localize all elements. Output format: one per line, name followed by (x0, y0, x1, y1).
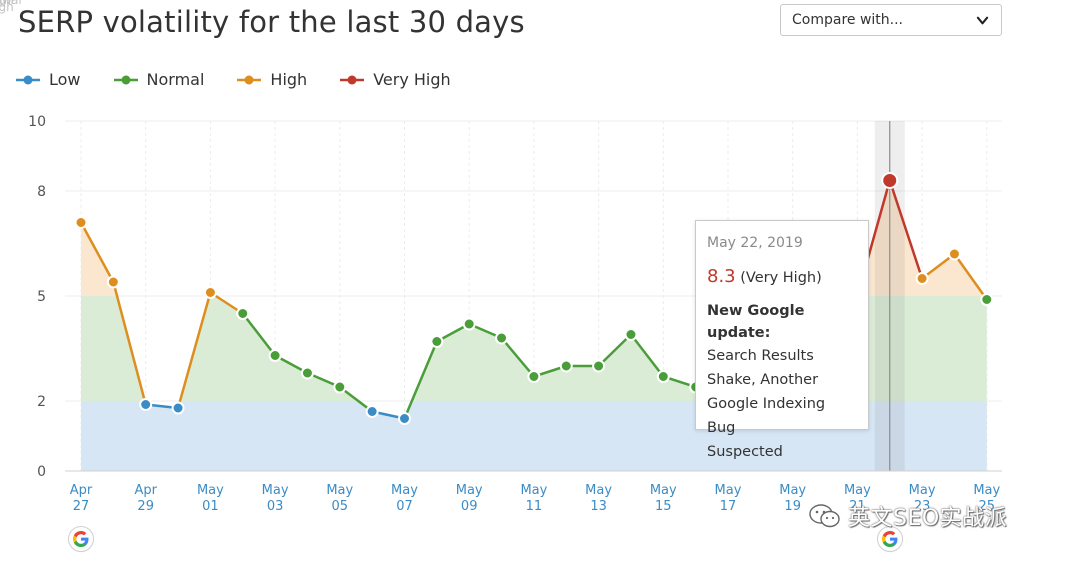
watermark: 英文SEO实战派 (808, 500, 1007, 532)
x-tick-label-day: 01 (202, 499, 219, 514)
x-tick-label-month: May (262, 483, 289, 498)
x-tick-label-month: May (715, 483, 742, 498)
y-tick-label: 2 (37, 394, 46, 410)
x-tick-label-day: 17 (720, 499, 737, 514)
x-tick-label-day: 19 (784, 499, 801, 514)
google-update-marker[interactable] (68, 526, 94, 552)
x-tick-label-month: May (197, 483, 224, 498)
x-tick-label-month: May (909, 483, 936, 498)
x-tick-label-day: 03 (267, 499, 284, 514)
data-point (915, 272, 929, 285)
tooltip-body-line: Google Indexing Bug (707, 396, 826, 436)
tooltip-heading: New Google update: (707, 303, 805, 341)
tooltip-value: 8.3 (707, 266, 736, 287)
y-tick-label: 5 (37, 289, 46, 305)
x-tick-label-month: May (326, 483, 353, 498)
data-point (559, 359, 573, 373)
tooltip-value-row: 8.3 (Very High) (707, 265, 858, 290)
x-tick-label-day: 07 (396, 499, 413, 514)
wechat-icon (809, 504, 840, 528)
y-tick-label: 8 (37, 184, 46, 200)
data-point (398, 412, 411, 425)
google-icon (73, 531, 89, 547)
tooltip-body-line: Shake, Another (707, 372, 819, 388)
x-tick-label-day: 13 (590, 499, 607, 514)
data-point (881, 172, 899, 189)
x-tick-label-day: 05 (332, 499, 349, 514)
x-tick-label-month: May (585, 483, 612, 498)
band-background (81, 121, 987, 191)
y-tick-label: 10 (28, 114, 46, 130)
data-point (139, 398, 153, 411)
data-point (527, 370, 541, 383)
data-point (656, 370, 670, 383)
data-point (203, 286, 217, 299)
data-point (106, 275, 120, 289)
x-tick-label-month: May (520, 483, 547, 498)
x-tick-label-month: May (779, 483, 806, 498)
tooltip-date: May 22, 2019 (707, 235, 803, 251)
tooltip-level: (Very High) (740, 270, 822, 286)
x-tick-label-day: 15 (655, 499, 672, 514)
data-point (980, 293, 994, 306)
tooltip-body: Search Results Shake, Another Google Ind… (707, 344, 858, 464)
x-tick-label-month: Apr (70, 483, 93, 498)
x-tick-label-month: May (391, 483, 418, 498)
x-tick-label-month: May (650, 483, 677, 498)
y-tick-label: 0 (37, 464, 46, 480)
x-tick-label-month: May (973, 483, 1000, 498)
data-point (495, 331, 509, 345)
data-point (333, 380, 347, 394)
x-tick-label-month: May (844, 483, 871, 498)
band-label: High (0, 0, 14, 14)
data-point (947, 247, 961, 261)
x-tick-label-month: Apr (134, 483, 157, 498)
data-point (236, 307, 250, 320)
data-point (365, 405, 379, 418)
data-point (268, 349, 282, 362)
x-tick-label-day: 29 (137, 499, 154, 514)
chart-tooltip: May 22, 2019 8.3 (Very High) New Google … (695, 220, 869, 460)
google-icon (881, 531, 898, 547)
data-point (300, 366, 314, 380)
x-tick-label-day: 11 (526, 499, 543, 514)
x-tick-label-day: 09 (461, 499, 478, 514)
tooltip-body-line: Search Results (707, 348, 814, 364)
data-point (74, 216, 88, 229)
x-tick-label-month: May (456, 483, 483, 498)
data-point (430, 335, 444, 348)
tooltip-body-line: Suspected (707, 444, 783, 460)
data-point (592, 359, 606, 373)
data-point (462, 317, 476, 331)
data-point (171, 401, 185, 415)
x-tick-label-day: 27 (73, 499, 90, 514)
data-point (624, 328, 638, 341)
volatility-chart: 025810LowNormalHighVeryHighApr27Apr29May… (0, 0, 1002, 514)
watermark-text: 英文SEO实战派 (848, 506, 1008, 531)
